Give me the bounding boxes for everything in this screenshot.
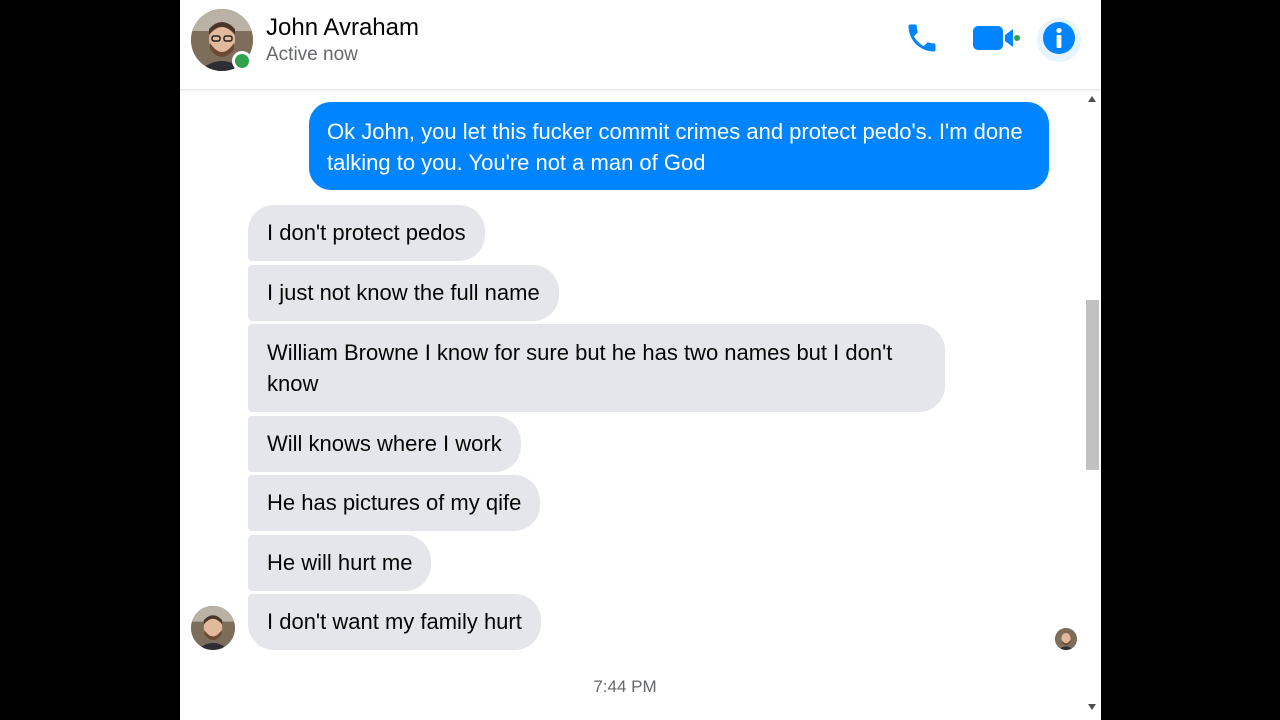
- conversation-info-button[interactable]: [1037, 18, 1081, 62]
- scroll-up-arrow-icon[interactable]: [1088, 96, 1096, 102]
- incoming-message[interactable]: I just not know the full name: [248, 265, 559, 321]
- contact-status: Active now: [266, 44, 358, 65]
- outgoing-message[interactable]: Ok John, you let this fucker commit crim…: [309, 102, 1049, 190]
- incoming-message[interactable]: I don't protect pedos: [248, 205, 485, 261]
- video-camera-icon: [971, 23, 1021, 58]
- contact-name[interactable]: John Avraham: [266, 14, 419, 42]
- read-receipt-avatar: [1055, 628, 1077, 650]
- incoming-message[interactable]: William Browne I know for sure but he ha…: [248, 324, 945, 412]
- message-timestamp: 7:44 PM: [593, 677, 657, 696]
- phone-call-button[interactable]: [900, 18, 944, 62]
- scroll-thumb[interactable]: [1086, 300, 1099, 470]
- online-indicator: [232, 51, 252, 71]
- messenger-window: John Avraham Active now Ok John, you let…: [180, 0, 1101, 720]
- phone-icon: [904, 20, 940, 61]
- conversation-header: John Avraham Active now: [180, 0, 1101, 90]
- incoming-message[interactable]: He will hurt me: [248, 535, 432, 591]
- message-scrollbar[interactable]: [1084, 92, 1100, 712]
- scroll-down-arrow-icon[interactable]: [1088, 704, 1096, 710]
- incoming-message[interactable]: He has pictures of my qife: [248, 475, 541, 531]
- video-call-button[interactable]: [968, 18, 1024, 62]
- sender-avatar[interactable]: [191, 606, 235, 650]
- info-icon: [1041, 20, 1077, 61]
- incoming-message[interactable]: Will knows where I work: [248, 416, 521, 472]
- incoming-message[interactable]: I don't want my family hurt: [248, 594, 541, 650]
